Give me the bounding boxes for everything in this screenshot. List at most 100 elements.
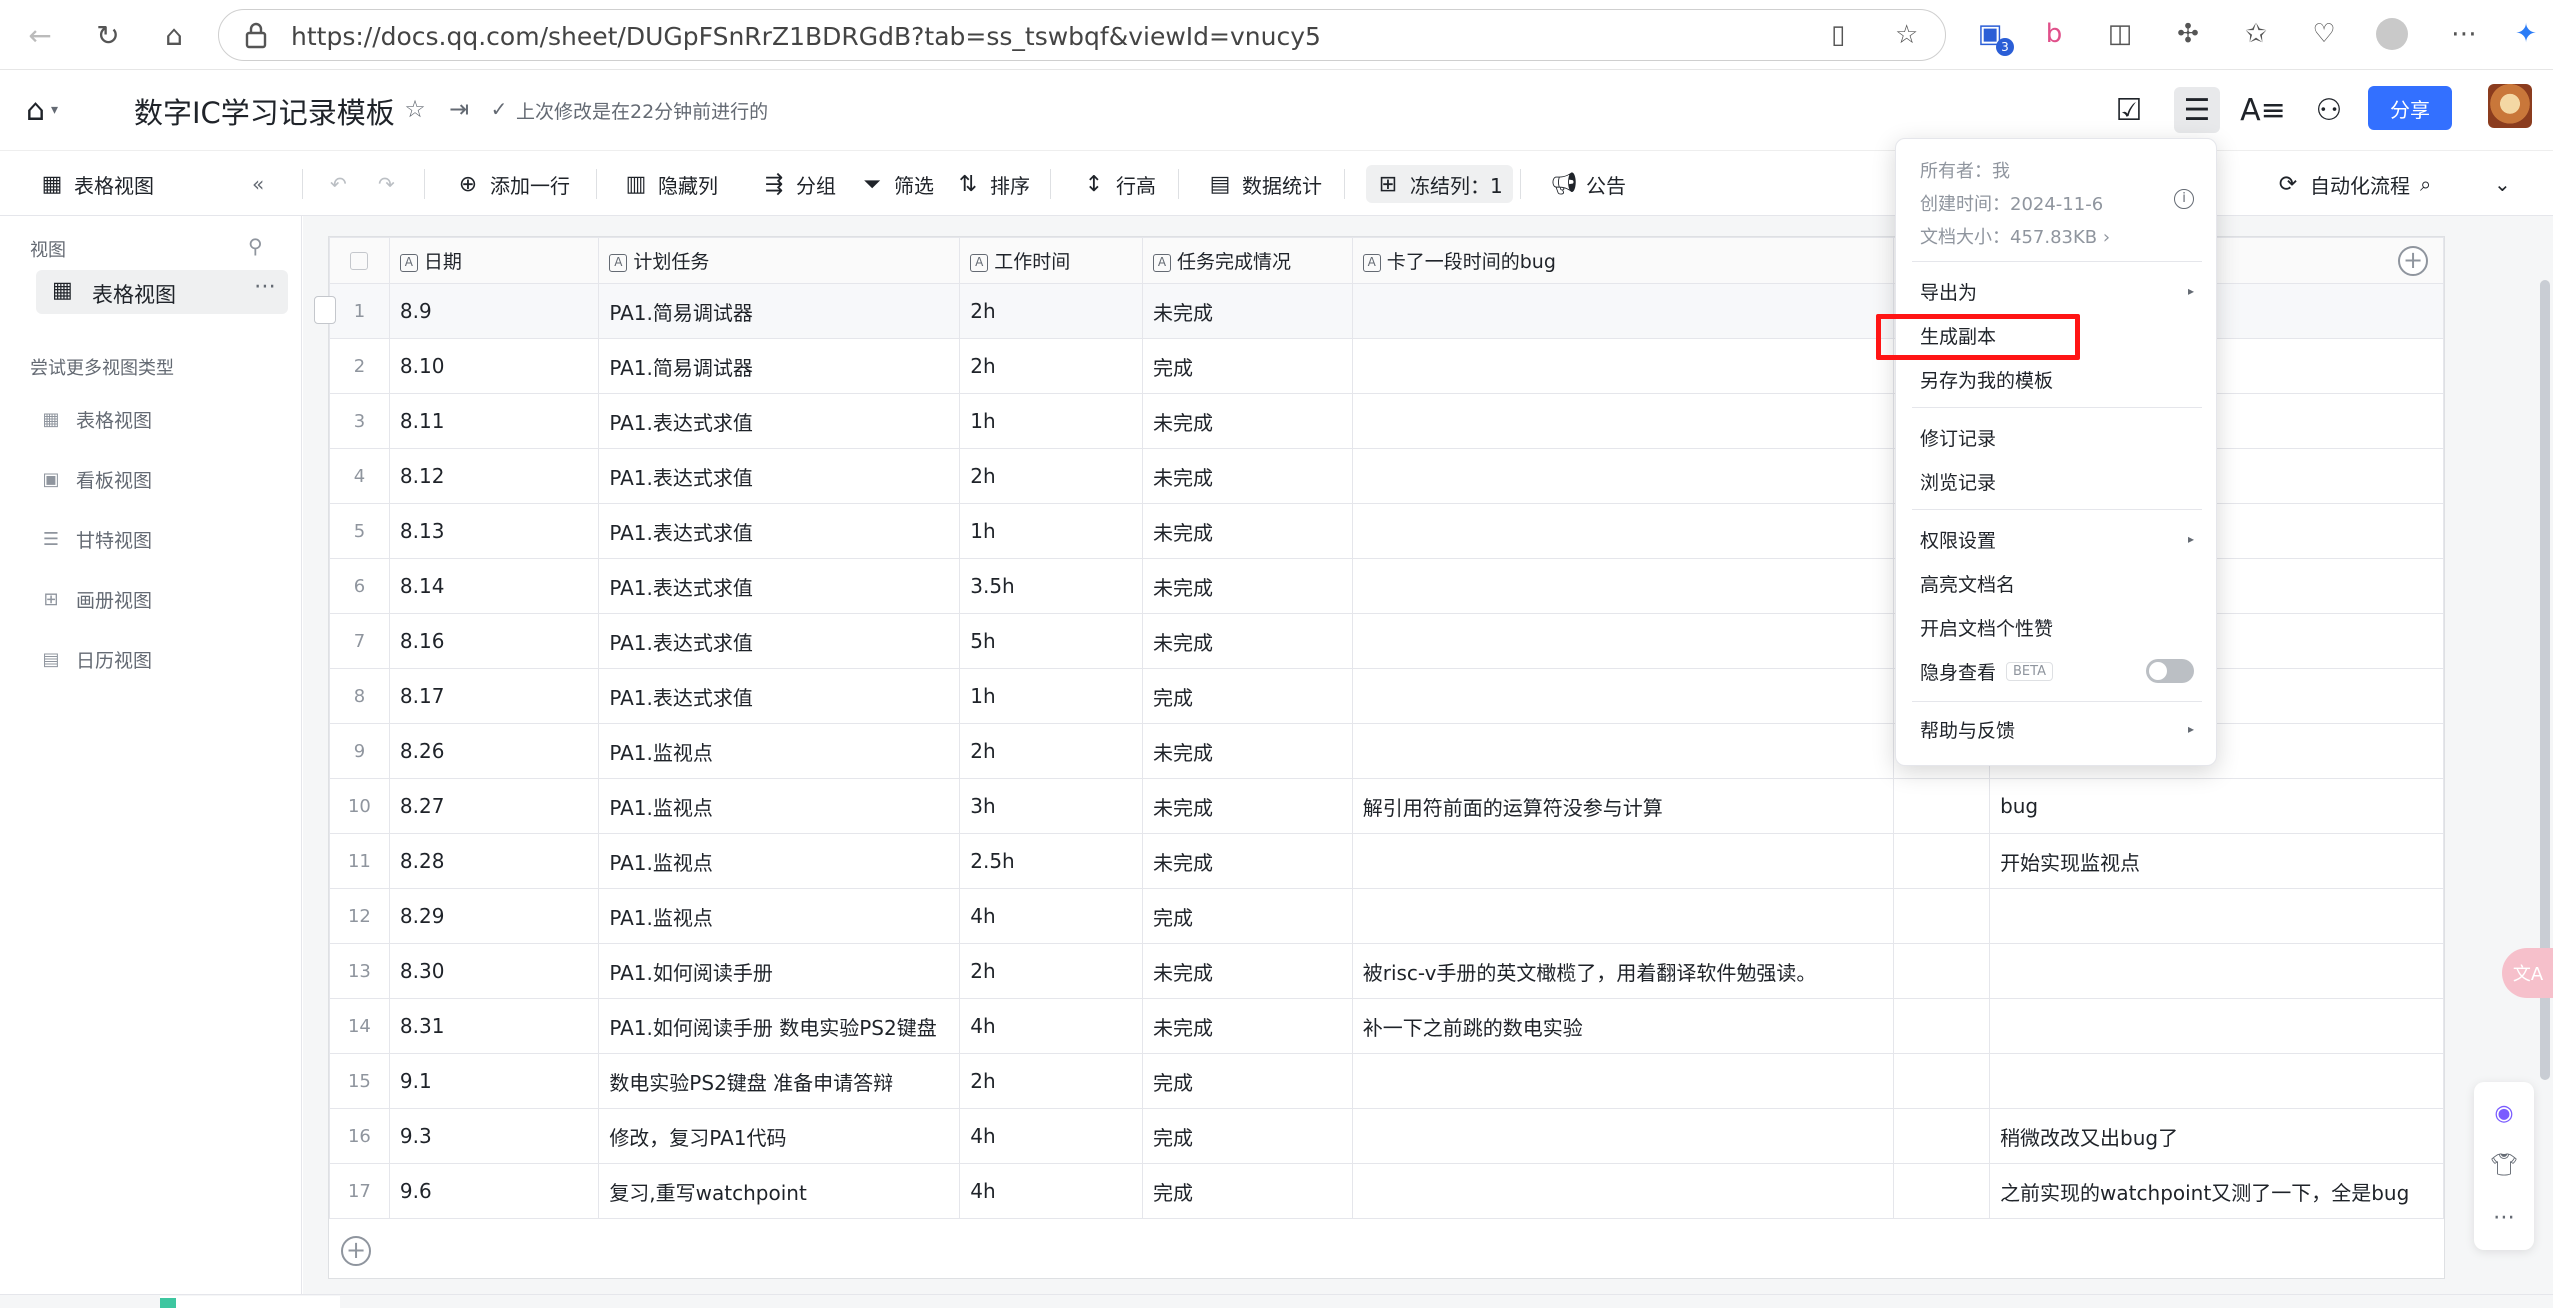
add-row-button[interactable]: ⊕ 添加一行 bbox=[456, 165, 570, 203]
cell-time[interactable]: 2h bbox=[959, 283, 1143, 339]
cell-task[interactable]: 数电实验PS2键盘 准备申请答辩 bbox=[598, 1053, 961, 1109]
cell-extra[interactable] bbox=[1893, 1108, 1991, 1164]
menu-item-incognito[interactable]: 隐身查看 BETA bbox=[1896, 651, 2216, 691]
cell-task[interactable]: 修改，复习PA1代码 bbox=[598, 1108, 961, 1164]
table-row[interactable]: 15 9.1 数电实验PS2键盘 准备申请答辩 2h 完成 bbox=[329, 1053, 2444, 1109]
cell-date[interactable]: 8.10 bbox=[388, 338, 600, 394]
search-icon[interactable]: ⌕ bbox=[2420, 165, 2431, 203]
sidebar-item-kanban[interactable]: ▣ 看板视图 bbox=[40, 462, 152, 496]
cell-date[interactable]: 8.28 bbox=[388, 833, 600, 889]
menu-item-help[interactable]: 帮助与反馈 ▸ bbox=[1896, 709, 2216, 749]
sidebar-item-gallery[interactable]: ⊞ 画册视图 bbox=[40, 582, 152, 616]
cell-extra[interactable] bbox=[1893, 888, 1991, 944]
row-number[interactable]: 9 bbox=[329, 723, 390, 779]
cell-task[interactable]: 复习,重写watchpoint bbox=[598, 1163, 961, 1219]
cell-notes[interactable]: 开始实现监视点 bbox=[1989, 833, 2444, 889]
bing-icon[interactable]: b bbox=[2034, 14, 2074, 54]
sheet-tab[interactable] bbox=[160, 1296, 340, 1308]
cell-time[interactable]: 2h bbox=[959, 338, 1143, 394]
cell-date[interactable]: 8.9 bbox=[388, 283, 600, 339]
sidebar-item-table[interactable]: ▦ 表格视图 bbox=[40, 402, 152, 436]
column-header-task[interactable]: A 计划任务 bbox=[598, 237, 961, 284]
cell-bug[interactable]: 解引用符前面的运算符没参与计算 bbox=[1351, 778, 1895, 834]
menu-item-export[interactable]: 导出为 ▸ bbox=[1896, 271, 2216, 311]
column-header-time[interactable]: A 工作时间 bbox=[959, 237, 1143, 284]
cell-bug[interactable]: 被risc-v手册的英文橄榄了，用着翻译软件勉强读。 bbox=[1351, 943, 1895, 999]
skin-icon[interactable]: 👕︎ bbox=[2489, 1150, 2519, 1180]
cell-bug[interactable] bbox=[1351, 888, 1895, 944]
cell-extra[interactable] bbox=[1893, 998, 1991, 1054]
cell-date[interactable]: 8.29 bbox=[388, 888, 600, 944]
cell-bug[interactable] bbox=[1351, 393, 1895, 449]
cell-date[interactable]: 8.17 bbox=[388, 668, 600, 724]
back-icon[interactable]: ← bbox=[22, 17, 58, 53]
cell-status[interactable]: 未完成 bbox=[1141, 998, 1353, 1054]
file-size[interactable]: 文档大小：457.83KB › bbox=[1920, 223, 2110, 249]
cell-date[interactable]: 8.11 bbox=[388, 393, 600, 449]
split-screen-icon[interactable]: ◫ bbox=[2100, 14, 2140, 54]
row-number[interactable]: 17 bbox=[329, 1163, 390, 1219]
table-row[interactable]: 12 8.29 PA1.监视点 4h 完成 bbox=[329, 888, 2444, 944]
more-options-icon[interactable]: ⋯ bbox=[254, 274, 276, 299]
menu-item-permissions[interactable]: 权限设置 ▸ bbox=[1896, 519, 2216, 559]
column-header-bug[interactable]: A 卡了一段时间的bug bbox=[1351, 237, 1895, 284]
cell-task[interactable]: PA1.如何阅读手册 数电实验PS2键盘 bbox=[598, 998, 961, 1054]
table-row[interactable]: 13 8.30 PA1.如何阅读手册 2h 未完成 被risc-v手册的英文橄榄了，用着翻… bbox=[329, 943, 2444, 999]
address-bar[interactable]: https://docs.qq.com/sheet/DUGpFSnRrZ1BDR… bbox=[218, 9, 1946, 61]
cell-time[interactable]: 1h bbox=[959, 503, 1143, 559]
cell-status[interactable]: 完成 bbox=[1141, 668, 1353, 724]
info-icon[interactable]: i bbox=[2174, 189, 2194, 209]
cell-task[interactable]: PA1.表达式求值 bbox=[598, 503, 961, 559]
sidebar-item-gantt[interactable]: ☰ 甘特视图 bbox=[40, 522, 152, 556]
cell-notes[interactable]: 稍微改改又出bug了 bbox=[1989, 1108, 2444, 1164]
cell-date[interactable]: 9.6 bbox=[388, 1163, 600, 1219]
cell-bug[interactable] bbox=[1351, 1053, 1895, 1109]
cell-extra[interactable] bbox=[1893, 1053, 1991, 1109]
cell-status[interactable]: 未完成 bbox=[1141, 448, 1353, 504]
filter-button[interactable]: ⏷ 筛选 bbox=[860, 165, 934, 203]
cell-time[interactable]: 4h bbox=[959, 998, 1143, 1054]
cell-extra[interactable] bbox=[1893, 778, 1991, 834]
select-all-checkbox[interactable] bbox=[329, 237, 390, 284]
row-number[interactable]: 10 bbox=[329, 778, 390, 834]
cell-status[interactable]: 完成 bbox=[1141, 338, 1353, 394]
favorite-star-icon[interactable]: ☆ bbox=[1895, 20, 1925, 50]
cell-time[interactable]: 4h bbox=[959, 1108, 1143, 1164]
cell-bug[interactable] bbox=[1351, 558, 1895, 614]
cell-bug[interactable] bbox=[1351, 283, 1895, 339]
menu-item-view-history[interactable]: 浏览记录 bbox=[1896, 461, 2216, 501]
chevron-down-icon[interactable]: ⌄ bbox=[2494, 165, 2511, 203]
task-check-icon[interactable]: ☑ bbox=[2106, 87, 2152, 133]
cell-time[interactable]: 2h bbox=[959, 448, 1143, 504]
row-number[interactable]: 7 bbox=[329, 613, 390, 669]
cell-status[interactable]: 未完成 bbox=[1141, 778, 1353, 834]
cell-task[interactable]: PA1.如何阅读手册 bbox=[598, 943, 961, 999]
more-icon[interactable]: ⋯ bbox=[2444, 14, 2484, 54]
table-row[interactable]: 17 9.6 复习,重写watchpoint 4h 完成 之前实现的watchpoint又… bbox=[329, 1163, 2444, 1219]
row-number[interactable]: 4 bbox=[329, 448, 390, 504]
menu-item-revisions[interactable]: 修订记录 bbox=[1896, 417, 2216, 457]
incognito-toggle[interactable] bbox=[2146, 659, 2194, 683]
notice-button[interactable]: 📢︎ 公告 bbox=[1550, 165, 1626, 203]
cell-task[interactable]: PA1.简易调试器 bbox=[598, 283, 961, 339]
translate-float-icon[interactable]: 文A bbox=[2502, 948, 2553, 998]
cell-status[interactable]: 未完成 bbox=[1141, 943, 1353, 999]
row-drag-handle[interactable] bbox=[314, 296, 336, 324]
menu-icon[interactable]: ☰ bbox=[2174, 87, 2220, 133]
sort-button[interactable]: ⇅ 排序 bbox=[956, 165, 1030, 203]
cell-notes[interactable] bbox=[1989, 943, 2444, 999]
row-number[interactable]: 13 bbox=[329, 943, 390, 999]
move-to-folder-icon[interactable]: ⇥ bbox=[444, 94, 474, 124]
menu-item-save-template[interactable]: 另存为我的模板 bbox=[1896, 359, 2216, 399]
cell-task[interactable]: PA1.监视点 bbox=[598, 888, 961, 944]
cell-time[interactable]: 1h bbox=[959, 668, 1143, 724]
cell-task[interactable]: PA1.表达式求值 bbox=[598, 393, 961, 449]
cell-status[interactable]: 完成 bbox=[1141, 1053, 1353, 1109]
cell-extra[interactable] bbox=[1893, 833, 1991, 889]
cell-date[interactable]: 8.26 bbox=[388, 723, 600, 779]
row-number[interactable]: 5 bbox=[329, 503, 390, 559]
cell-time[interactable]: 2h bbox=[959, 943, 1143, 999]
cell-bug[interactable] bbox=[1351, 723, 1895, 779]
cell-time[interactable]: 2h bbox=[959, 1053, 1143, 1109]
copilot-icon[interactable]: ✦ bbox=[2506, 14, 2546, 54]
